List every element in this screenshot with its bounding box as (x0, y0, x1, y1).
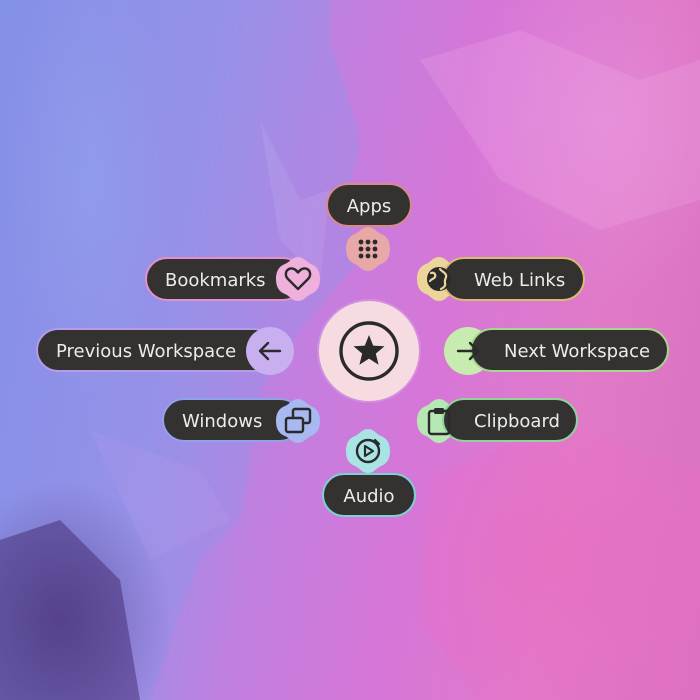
grid-icon (357, 238, 379, 260)
apps-item[interactable] (343, 224, 393, 274)
arrow-right-icon (456, 341, 480, 361)
globe-icon (425, 265, 453, 293)
windows-item[interactable] (273, 396, 323, 446)
apps-label[interactable]: Apps (326, 183, 412, 227)
pie-menu: Apps Bookmarks Web Links Previous Worksp… (0, 0, 700, 700)
previous-workspace-label[interactable]: Previous Workspace (36, 328, 276, 372)
center-button[interactable] (319, 301, 419, 401)
previous-workspace-item[interactable] (245, 326, 295, 376)
bookmarks-item[interactable] (273, 254, 323, 304)
clipboard-label[interactable]: Clipboard (442, 398, 578, 442)
heart-icon (284, 266, 312, 292)
clipboard-icon (426, 406, 452, 436)
arrow-left-icon (258, 341, 282, 361)
audio-label[interactable]: Audio (322, 473, 416, 517)
next-workspace-label[interactable]: Next Workspace (470, 328, 669, 372)
play-circle-icon (353, 436, 383, 466)
windows-icon (283, 407, 313, 435)
star-icon (338, 320, 400, 382)
audio-item[interactable] (343, 426, 393, 476)
web-links-label[interactable]: Web Links (442, 257, 585, 301)
